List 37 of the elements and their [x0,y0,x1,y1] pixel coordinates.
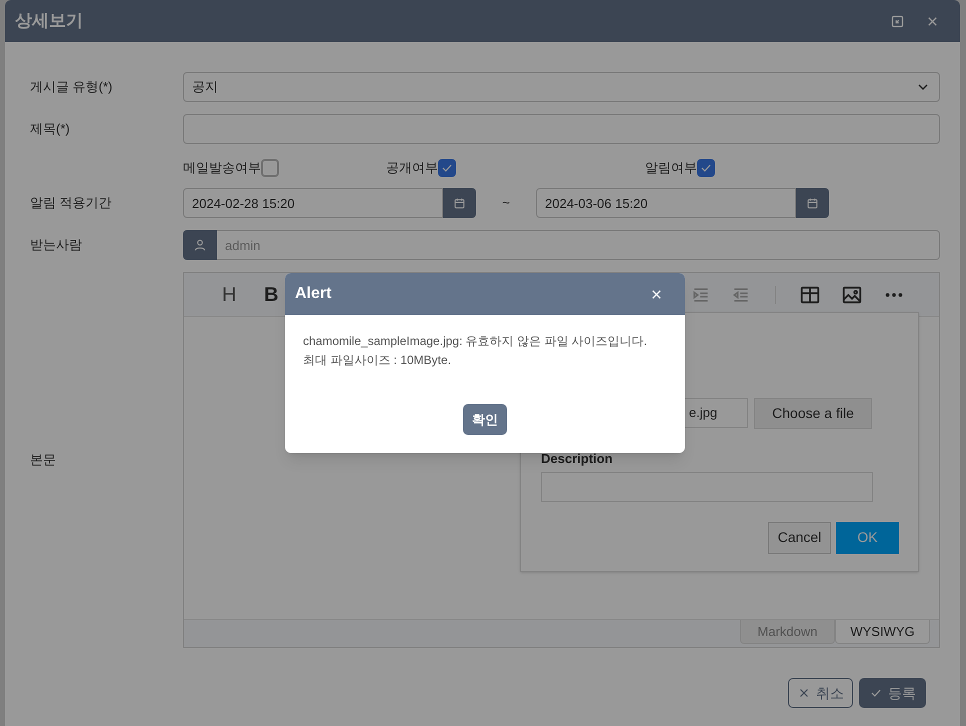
calendar-button[interactable] [796,188,829,218]
calendar-icon [453,196,466,210]
checkbox[interactable] [261,158,279,176]
submit-button[interactable]: 등록 [859,678,926,708]
date-field[interactable]: 2024-03-06 15:20 [536,188,796,218]
checkbox-label: 공개여부 [386,158,438,177]
input-field[interactable] [183,114,940,144]
checkbox-label: 메일발송여부 [183,158,261,177]
input-field[interactable]: admin [217,230,940,260]
range-separator: ~ [501,194,511,212]
field-label: 게시글 유형(*) [30,78,114,96]
mode-tab[interactable]: WYSIWYG [835,620,930,644]
checkbox[interactable] [697,158,715,176]
alert-message: 최대 파일사이즈 : 10MByte. [303,352,452,369]
alert-message: chamomile_sampleImage.jpg: 유효하지 않은 파일 사이즈입니다. [303,333,648,350]
user-button[interactable] [183,230,217,260]
user-icon [193,238,207,252]
window-title: 상세보기 [15,10,83,32]
bold-tool[interactable]: B [264,280,278,310]
choose-file-button[interactable]: Choose a file [754,398,872,429]
checkbox-label: 알림여부 [645,158,697,177]
select-field[interactable]: 공지 [183,72,940,102]
cancel-button[interactable]: 취소 [788,678,853,708]
cancel-button[interactable]: Cancel [768,522,831,554]
field-label: Description [541,450,614,468]
field-label: 제목(*) [30,120,71,138]
field-label: 알림 적용기간 [30,194,113,212]
heading-tool[interactable]: H [222,280,236,310]
date-field[interactable]: 2024-02-28 15:20 [183,188,443,218]
calendar-button[interactable] [443,188,476,218]
confirm-button[interactable]: 확인 [463,404,507,435]
checkbox[interactable] [438,158,456,176]
alert-title: Alert [295,284,332,304]
field-label: 본문 [30,451,57,470]
maximize-icon[interactable] [890,14,905,28]
field-label: 받는사람 [30,236,83,254]
calendar-icon [806,196,819,210]
